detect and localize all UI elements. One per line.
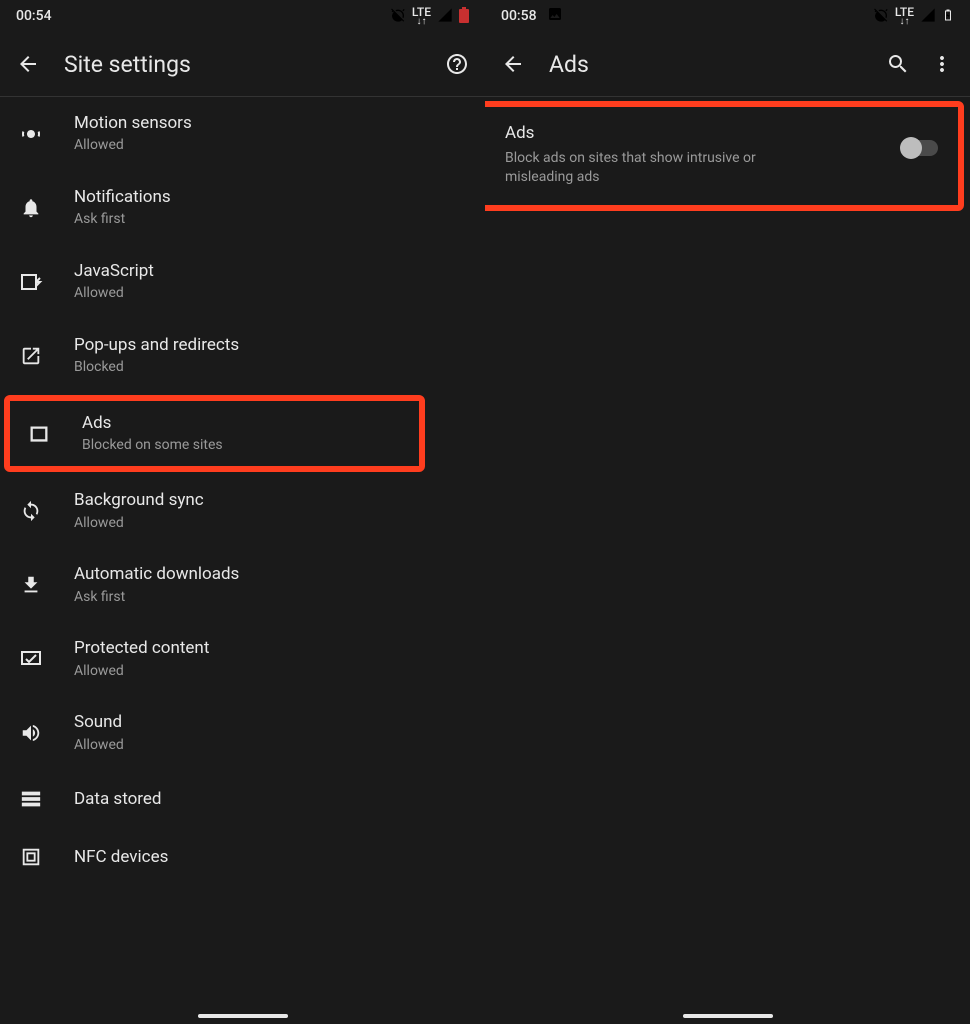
setting-javascript[interactable]: JavaScript Allowed — [0, 245, 485, 319]
setting-background-sync[interactable]: Background sync Allowed — [0, 474, 485, 548]
setting-title: JavaScript — [74, 261, 465, 281]
setting-automatic-downloads[interactable]: Automatic downloads Ask first — [0, 548, 485, 622]
nfc-icon — [18, 844, 44, 870]
setting-title: Notifications — [74, 187, 465, 207]
setting-subtitle: Allowed — [74, 137, 465, 155]
app-bar-left: Site settings — [0, 32, 485, 96]
nav-gesture-bar[interactable] — [198, 1014, 288, 1018]
setting-notifications[interactable]: Notifications Ask first — [0, 171, 485, 245]
signal-icon — [920, 7, 936, 26]
page-title: Site settings — [64, 51, 421, 78]
lte-indicator: LTE ↓↑ — [412, 6, 431, 26]
setting-sound[interactable]: Sound Allowed — [0, 696, 485, 770]
back-button[interactable] — [499, 50, 527, 78]
setting-protected-content[interactable]: Protected content Allowed — [0, 622, 485, 696]
toggle-subtitle: Block ads on sites that show intrusive o… — [505, 149, 825, 187]
sound-icon — [18, 720, 44, 746]
back-button[interactable] — [14, 50, 42, 78]
toggle-title: Ads — [505, 123, 884, 143]
setting-subtitle: Ask first — [74, 589, 465, 607]
setting-subtitle: Allowed — [74, 515, 465, 533]
app-bar-right: Ads — [485, 32, 970, 96]
alarm-off-icon — [873, 7, 889, 26]
setting-subtitle: Allowed — [74, 285, 465, 303]
help-button[interactable] — [443, 50, 471, 78]
site-settings-screen: 00:54 LTE ↓↑ Site settings Motion sensor… — [0, 0, 485, 1024]
setting-title: Protected content — [74, 638, 465, 658]
setting-subtitle: Blocked on some sites — [82, 437, 403, 455]
setting-data-stored[interactable]: Data stored — [0, 770, 485, 828]
setting-ads[interactable]: Ads Blocked on some sites — [10, 401, 419, 467]
setting-nfc-devices[interactable]: NFC devices — [0, 828, 485, 886]
sync-icon — [18, 498, 44, 524]
more-options-button[interactable] — [928, 50, 956, 78]
setting-title: Pop-ups and redirects — [74, 335, 465, 355]
ads-toggle-row[interactable]: Ads Block ads on sites that show intrusi… — [485, 107, 958, 205]
image-icon — [547, 6, 563, 26]
setting-title: Sound — [74, 712, 465, 732]
lte-indicator: LTE ↓↑ — [895, 6, 914, 26]
page-title: Ads — [549, 51, 862, 78]
popup-icon — [18, 343, 44, 369]
setting-popups[interactable]: Pop-ups and redirects Blocked — [0, 319, 485, 393]
setting-title: Data stored — [74, 789, 465, 809]
setting-title: NFC devices — [74, 847, 465, 867]
status-bar-right: 00:58 LTE ↓↑ — [485, 0, 970, 32]
status-bar-left: 00:54 LTE ↓↑ — [0, 0, 485, 32]
setting-subtitle: Ask first — [74, 211, 465, 229]
battery-charging-icon — [942, 6, 954, 27]
status-time: 00:54 — [16, 8, 52, 24]
protected-content-icon — [18, 646, 44, 672]
setting-subtitle: Allowed — [74, 663, 465, 681]
status-icons: LTE ↓↑ — [873, 6, 954, 27]
ads-toggle-switch[interactable] — [900, 137, 940, 159]
search-button[interactable] — [884, 50, 912, 78]
setting-motion-sensors[interactable]: Motion sensors Allowed — [0, 97, 485, 171]
status-time: 00:58 — [501, 8, 537, 24]
javascript-icon — [18, 269, 44, 295]
settings-list[interactable]: Motion sensors Allowed Notifications Ask… — [0, 97, 485, 1024]
battery-low-icon — [459, 9, 469, 23]
motion-sensors-icon — [18, 121, 44, 147]
setting-title: Ads — [82, 413, 403, 433]
nav-gesture-bar[interactable] — [683, 1014, 773, 1018]
storage-icon — [18, 786, 44, 812]
ads-icon — [26, 421, 52, 447]
download-icon — [18, 572, 44, 598]
setting-title: Motion sensors — [74, 113, 465, 133]
highlight-ads-toggle: Ads Block ads on sites that show intrusi… — [485, 101, 964, 211]
setting-subtitle: Allowed — [74, 737, 465, 755]
highlight-ads: Ads Blocked on some sites — [4, 395, 425, 473]
setting-subtitle: Blocked — [74, 359, 465, 377]
setting-title: Background sync — [74, 490, 465, 510]
status-icons: LTE ↓↑ — [390, 6, 469, 26]
ads-content: Ads Block ads on sites that show intrusi… — [485, 97, 970, 1024]
alarm-off-icon — [390, 7, 406, 26]
setting-title: Automatic downloads — [74, 564, 465, 584]
ads-screen: 00:58 LTE ↓↑ Ads Ads — [485, 0, 970, 1024]
signal-icon — [437, 7, 453, 26]
bell-icon — [18, 195, 44, 221]
